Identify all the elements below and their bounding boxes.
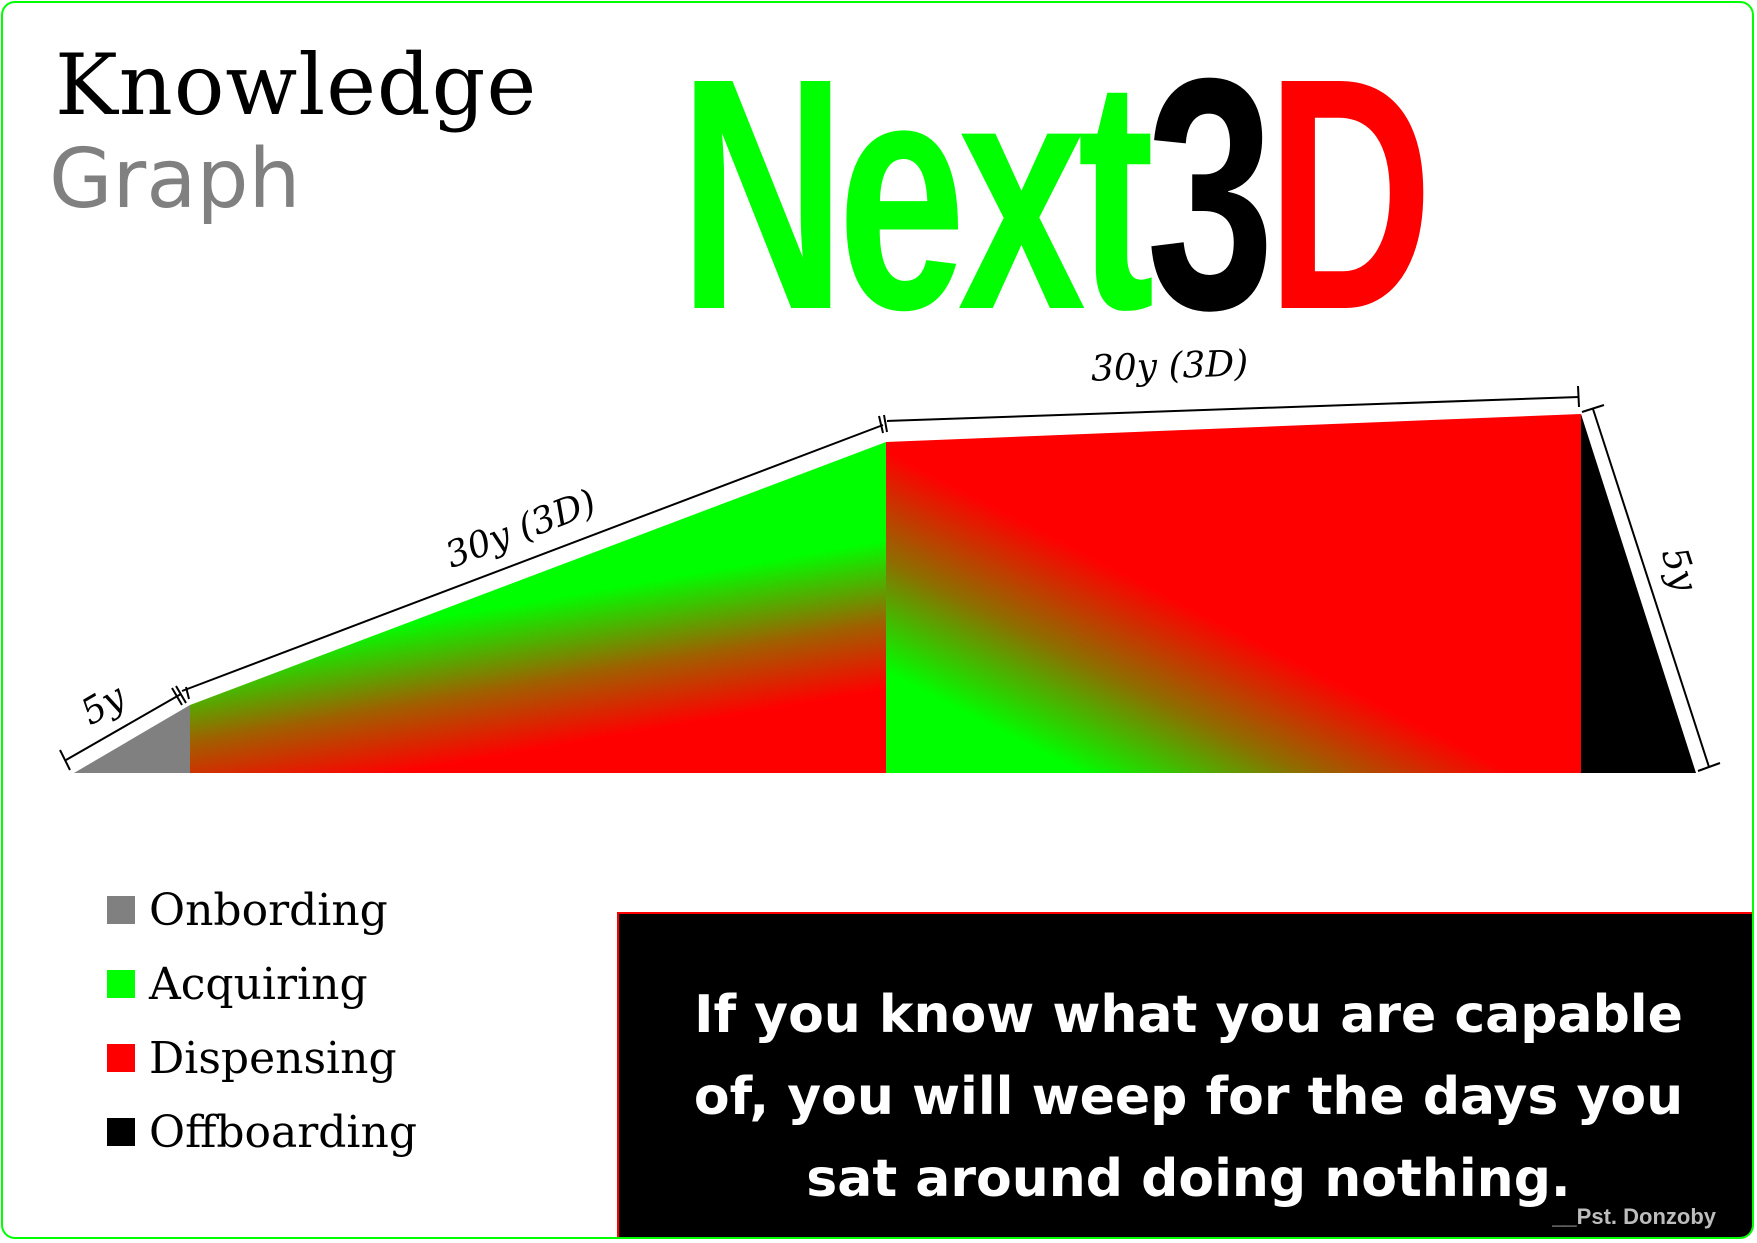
legend-label: Dispensing (149, 1032, 397, 1084)
acquiring-stage (190, 442, 886, 773)
legend-swatch (107, 1118, 135, 1146)
legend-item-offboarding: Offboarding (107, 1095, 417, 1169)
legend-label: Offboarding (149, 1106, 417, 1158)
quote-box: If you know what you are capable of, you… (617, 912, 1752, 1237)
legend-item-dispensing: Dispensing (107, 1021, 417, 1095)
legend-label: Onbording (149, 884, 388, 936)
label-offboarding-duration: 5y (1653, 543, 1706, 597)
offboarding-stage (1581, 414, 1696, 773)
legend-item-onboarding: Onbording (107, 873, 417, 947)
legend-swatch (107, 896, 135, 924)
legend-swatch (107, 1044, 135, 1072)
quote-attribution: __Pst. Donzoby (1552, 1204, 1716, 1229)
legend: Onbording Acquiring Dispensing Offboardi… (107, 873, 417, 1169)
legend-label: Acquiring (149, 958, 368, 1010)
quote-text: If you know what you are capable of, you… (693, 985, 1684, 1209)
dimension-line-dispensing (886, 396, 1580, 422)
legend-swatch (107, 970, 135, 998)
label-onboarding-duration: 5y (74, 676, 133, 733)
dispensing-stage (886, 414, 1581, 773)
poster-frame: Knowledge Graph Next3D 5y 30y (3D) 30y (… (1, 1, 1754, 1239)
label-dispensing-duration: 30y (3D) (1090, 343, 1249, 389)
legend-item-acquiring: Acquiring (107, 947, 417, 1021)
